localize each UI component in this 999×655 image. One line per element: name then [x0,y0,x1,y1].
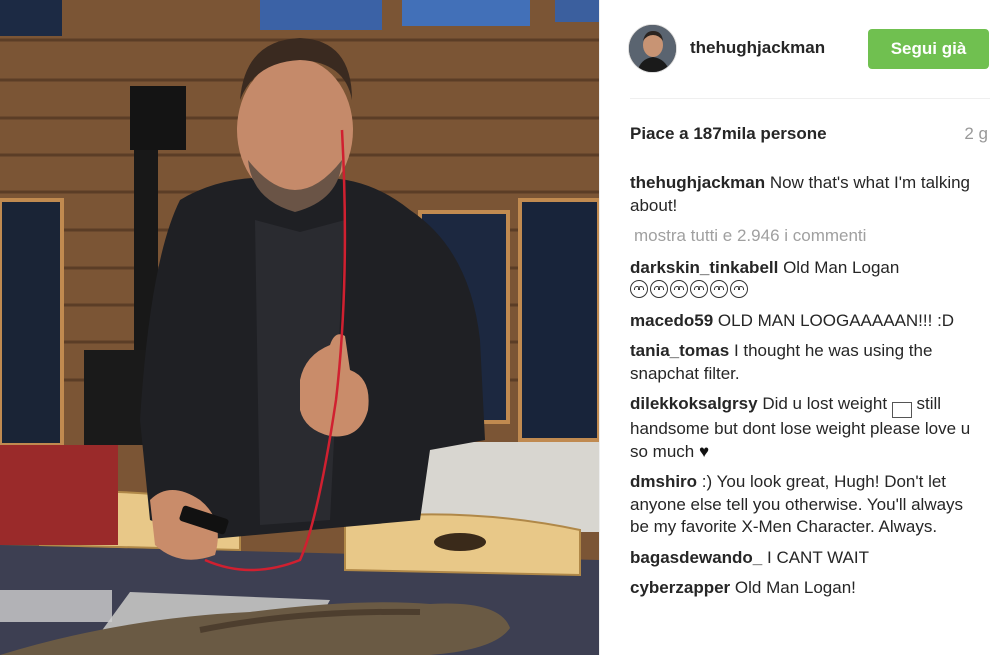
gif-icon: ​ [891,402,912,418]
username-link[interactable]: thehughjackman [690,38,825,58]
list-item: cyberzapper Old Man Logan! [630,577,985,600]
comment-username[interactable]: dilekkoksalgrsy [630,394,758,413]
comment-username[interactable]: dmshiro [630,472,697,491]
avatar-image [629,25,676,72]
comments-list: thehughjackman Now that's what I'm talki… [630,172,985,608]
list-item: macedo59 OLD MAN LOOGAAAAAN!!! :D [630,310,985,333]
avatar[interactable] [628,24,677,73]
smiling-face-with-heart-eyes-icon [730,280,748,298]
photo-illustration [0,0,599,655]
post-side-panel: thehughjackman Segui già Piace a 187mila… [599,0,999,655]
heart-icon: ♥ [698,441,710,461]
smiling-face-with-heart-eyes-icon [690,280,708,298]
comment-username[interactable]: macedo59 [630,311,713,330]
smiling-face-with-heart-eyes-icon [670,280,688,298]
post-header: thehughjackman Segui già [600,0,999,98]
show-all-comments-link[interactable]: mostra tutti e 2.946 i commenti [634,225,985,248]
comment-text: OLD MAN LOOGAAAAAN!!! :D [717,310,955,330]
heart-eyes-emoji-group [630,280,750,299]
comment-username[interactable]: bagasdewando_ [630,548,762,567]
comment-username[interactable]: thehughjackman [630,173,765,192]
smiling-face-with-heart-eyes-icon [710,280,728,298]
list-item: tania_tomas I thought he was using the s… [630,340,985,385]
smiling-face-with-heart-eyes-icon [630,280,648,298]
list-item: bagasdewando_ I CANT WAIT [630,547,985,570]
list-item: darkskin_tinkabell Old Man Logan [630,257,985,302]
comment-text: Did u lost weight [762,394,888,413]
comment-username[interactable]: tania_tomas [630,341,729,360]
likes-row: Piace a 187mila persone 2 g [630,124,990,146]
list-item: dilekkoksalgrsy Did u lost weight ​ stil… [630,393,985,463]
smiling-face-with-heart-eyes-icon [650,280,668,298]
comment-text: Old Man Logan! [734,578,856,597]
post-time[interactable]: 2 g [964,124,988,144]
comment-username[interactable]: cyberzapper [630,578,730,597]
comment-username[interactable]: darkskin_tinkabell [630,258,778,277]
comment-text: Old Man Logan [783,257,900,277]
list-item: dmshiro :) You look great, Hugh! Don't l… [630,471,985,539]
following-button[interactable]: Segui già [868,29,989,69]
post-photo[interactable] [0,0,599,655]
comment-text: I CANT WAIT [767,547,869,567]
divider [630,98,990,99]
caption: thehughjackman Now that's what I'm talki… [630,172,985,217]
likes-count[interactable]: Piace a 187mila persone [630,124,827,144]
